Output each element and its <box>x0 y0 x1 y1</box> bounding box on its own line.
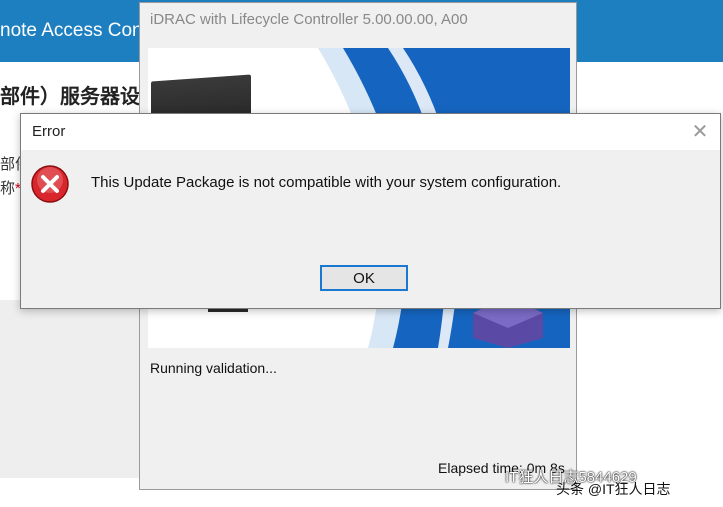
console-field-label-name: 称* <box>0 180 21 197</box>
dialog-title: Error <box>32 123 66 140</box>
error-dialog: Error ✕ This Update Package is not compa… <box>20 113 721 309</box>
close-icon[interactable]: ✕ <box>688 120 712 144</box>
dialog-titlebar: Error ✕ <box>21 114 720 150</box>
installer-status: Running validation... <box>150 360 277 376</box>
error-icon <box>31 165 69 203</box>
console-header-title: note Access Con <box>0 20 143 41</box>
console-panel <box>0 300 140 478</box>
dialog-message: This Update Package is not compatible wi… <box>91 174 562 191</box>
ok-button[interactable]: OK <box>320 265 408 291</box>
watermark-line2: 头条 @IT狂人日志 <box>556 481 671 497</box>
console-page-title: 部件）服务器设 <box>0 86 140 108</box>
installer-title: iDRAC with Lifecycle Controller 5.00.00.… <box>150 11 468 28</box>
